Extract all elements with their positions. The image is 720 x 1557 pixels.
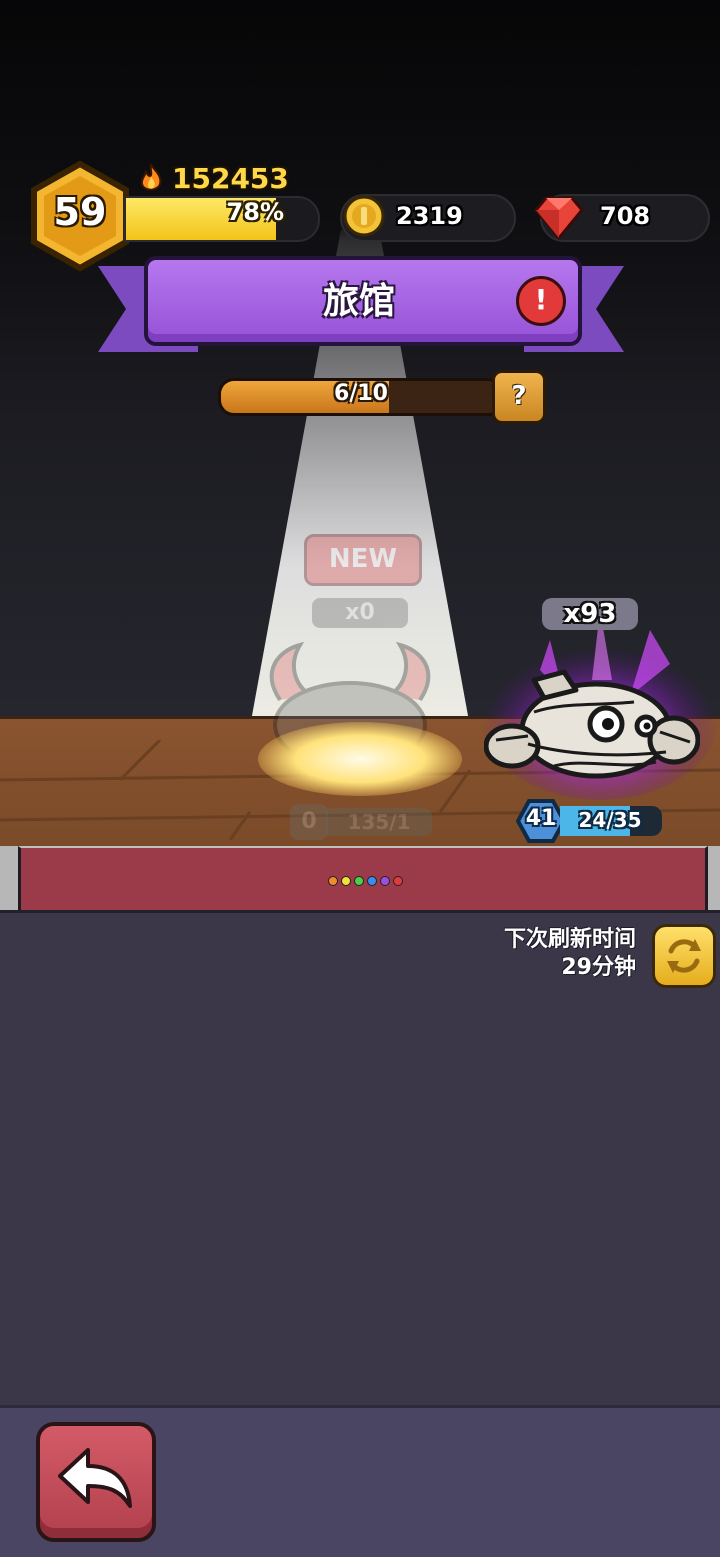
mummy-monster[interactable]	[484, 662, 700, 786]
spotlight-glow	[258, 722, 462, 796]
capacity-label: 6/10	[334, 381, 388, 406]
gem-icon	[534, 196, 584, 240]
back-arrow-icon	[58, 1448, 132, 1508]
new-badge: NEW	[304, 534, 422, 586]
page-dot	[367, 876, 377, 886]
page-title: 旅馆	[322, 281, 395, 322]
monster-level: 41	[525, 806, 557, 831]
page-dot	[354, 876, 364, 886]
page-dot	[328, 876, 338, 886]
refresh-button[interactable]	[652, 924, 716, 988]
locked-slot-level: 0	[290, 804, 328, 840]
locked-slot-progress: 135/1	[326, 808, 432, 836]
alert-icon[interactable]: !	[516, 276, 566, 326]
power-value: 152453	[172, 161, 289, 195]
flame-icon	[140, 163, 162, 191]
refresh-label-line1: 下次刷新时间	[503, 927, 636, 952]
help-button[interactable]: ?	[492, 370, 546, 424]
monster-count: x93	[542, 598, 638, 630]
page-dot	[341, 876, 351, 886]
locked-slot-count: x0	[312, 598, 408, 628]
page-dot	[380, 876, 390, 886]
coin-icon	[343, 195, 385, 237]
monster-progress-label: 24/35	[578, 808, 642, 832]
refresh-icon	[667, 939, 701, 973]
gem-value: 708	[600, 202, 651, 230]
coin-value: 2319	[396, 202, 463, 230]
power-display: 152453	[138, 160, 289, 196]
xp-percent: 78%	[226, 198, 284, 226]
back-button[interactable]	[36, 1422, 156, 1542]
page-indicator	[328, 876, 403, 886]
left-edge	[0, 846, 18, 910]
refresh-timer: 下次刷新时间 29分钟	[440, 926, 636, 982]
player-level: 59	[53, 190, 107, 234]
page-dot	[393, 876, 403, 886]
refresh-label-line2: 29分钟	[561, 955, 636, 980]
monster-list-panel	[0, 910, 720, 1408]
